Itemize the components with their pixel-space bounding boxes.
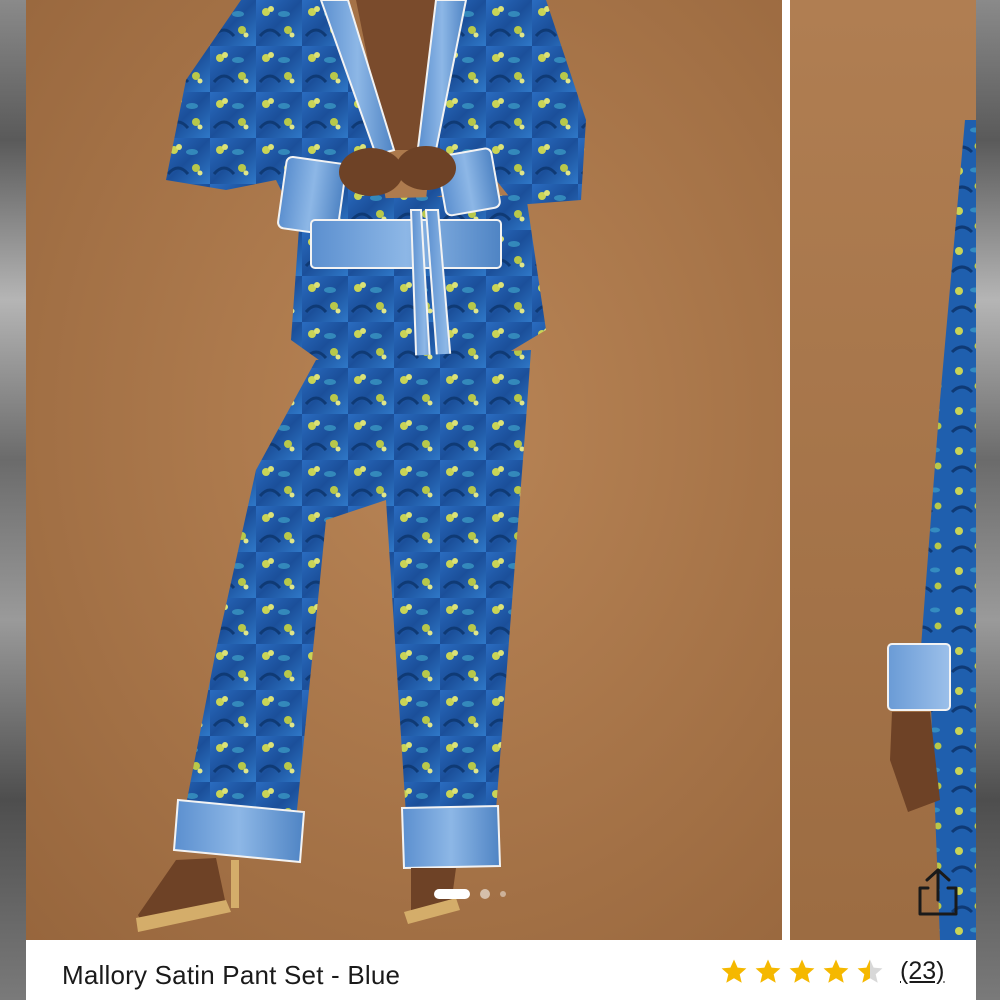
product-title[interactable]: Mallory Satin Pant Set - Blue bbox=[62, 960, 400, 991]
star-icon bbox=[857, 959, 883, 983]
star-icon bbox=[823, 959, 849, 983]
carousel-dot-2[interactable] bbox=[480, 889, 490, 899]
star-icon bbox=[789, 959, 815, 983]
share-icon bbox=[918, 868, 958, 916]
carousel-dot-3[interactable] bbox=[500, 891, 506, 897]
right-edge-blur bbox=[976, 0, 1000, 1000]
product-rating[interactable]: (23) bbox=[720, 954, 944, 988]
product-image-carousel[interactable] bbox=[26, 0, 976, 940]
product-image-main[interactable] bbox=[26, 0, 782, 940]
next-product-photo bbox=[790, 0, 976, 940]
carousel-pagination[interactable] bbox=[434, 884, 506, 904]
product-image-next[interactable] bbox=[790, 0, 976, 940]
star-icon bbox=[721, 959, 747, 983]
rating-stars bbox=[720, 958, 884, 985]
star-icon bbox=[755, 959, 781, 983]
share-button[interactable] bbox=[912, 864, 964, 920]
left-edge-blur bbox=[0, 0, 26, 1000]
carousel-dot-1[interactable] bbox=[434, 889, 470, 899]
review-count-link[interactable]: (23) bbox=[900, 957, 944, 986]
product-info-bar: Mallory Satin Pant Set - Blue (23) bbox=[26, 940, 976, 1000]
product-photo bbox=[26, 0, 782, 940]
